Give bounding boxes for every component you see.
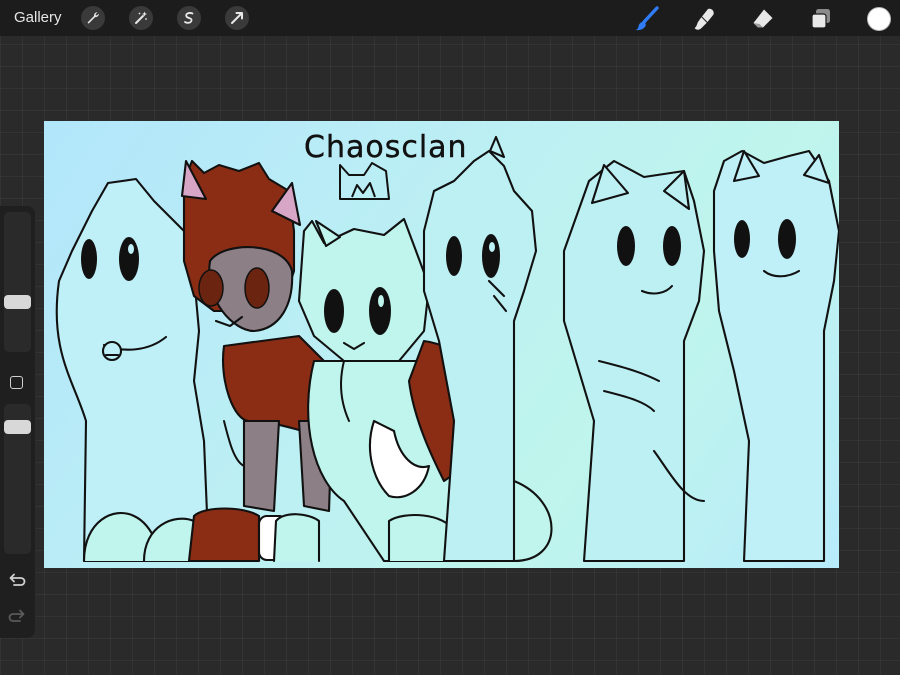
artwork: Chaosclan [55,130,839,563]
color-picker-button[interactable] [867,7,891,31]
brush-size-handle[interactable] [4,295,31,309]
brush-icon[interactable] [634,6,660,32]
layers-icon[interactable] [808,6,834,32]
transform-arrow-icon[interactable] [225,6,249,30]
cat-outline-6 [712,149,839,563]
brush-size-slider[interactable] [4,212,31,352]
top-toolbar: Gallery [0,0,900,36]
cat-outline-5 [562,159,706,563]
left-sidebar [0,206,35,638]
eraser-icon[interactable] [750,6,776,32]
magic-wand-icon[interactable] [129,6,153,30]
clan-symbol [339,162,390,200]
selection-icon[interactable] [177,6,201,30]
redo-icon[interactable] [8,608,26,628]
modify-icon[interactable] [10,376,23,389]
undo-icon[interactable] [8,572,26,592]
drawing-canvas[interactable]: Chaosclan [44,121,839,568]
opacity-handle[interactable] [4,420,31,434]
wrench-icon[interactable] [81,6,105,30]
smudge-icon[interactable] [692,6,718,32]
artwork-title: Chaosclan [304,130,468,165]
gallery-button[interactable]: Gallery [14,9,62,26]
